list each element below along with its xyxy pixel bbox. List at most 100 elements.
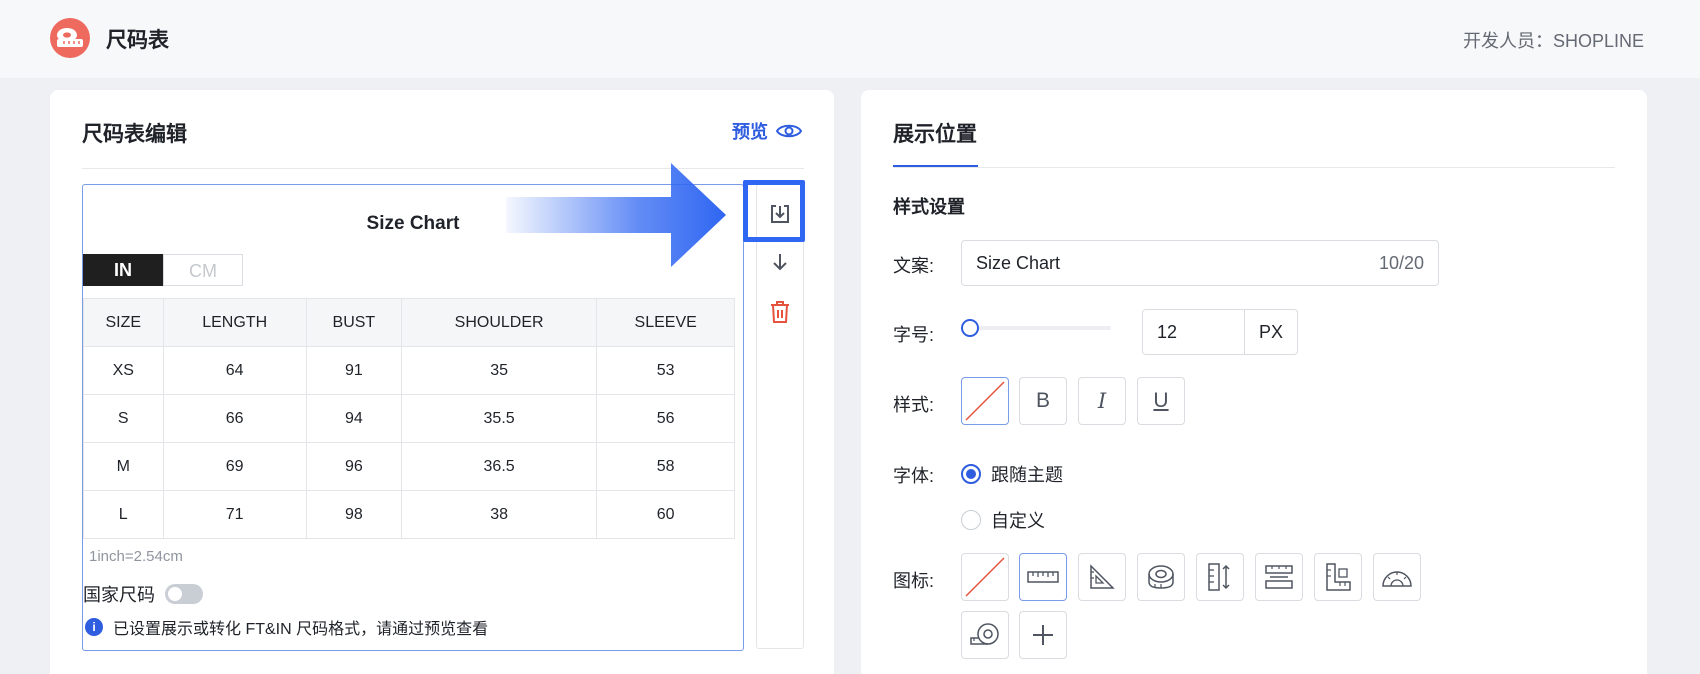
- font-size-slider-thumb[interactable]: [961, 319, 979, 337]
- preview-button[interactable]: 预览: [732, 118, 802, 144]
- table-row: L 71 98 38 60: [83, 490, 735, 539]
- font-size-value[interactable]: 12: [1143, 310, 1245, 354]
- style-italic-button[interactable]: I: [1078, 377, 1126, 425]
- delete-button[interactable]: [757, 289, 803, 335]
- display-card-title[interactable]: 展示位置: [893, 118, 977, 148]
- country-size-toggle[interactable]: [165, 584, 203, 604]
- table-cell[interactable]: 64: [162, 346, 307, 395]
- table-cell[interactable]: 36.5: [400, 442, 598, 491]
- icon-option-l-ruler[interactable]: [1314, 553, 1362, 601]
- developer-label: 开发人员：SHOPLINE: [1462, 31, 1644, 51]
- radio-icon[interactable]: [961, 510, 981, 530]
- font-option-label: 自定义: [991, 511, 1045, 531]
- font-option-label: 跟随主题: [991, 465, 1063, 485]
- editor-card-title: 尺码表编辑: [82, 123, 187, 146]
- unit-cm-button[interactable]: CM: [163, 254, 243, 286]
- table-cell[interactable]: 94: [305, 394, 402, 443]
- import-highlight-box: [743, 180, 805, 242]
- font-size-slider-track[interactable]: [971, 326, 1111, 330]
- table-cell[interactable]: S: [83, 394, 164, 443]
- style-label: 样式:: [893, 395, 935, 415]
- table-header-row: SIZE LENGTH BUST SHOULDER SLEEVE: [83, 298, 735, 347]
- icon-label: 图标:: [893, 571, 935, 591]
- font-size-label: 字号:: [893, 325, 935, 345]
- preview-label: 预览: [732, 122, 768, 142]
- table-cell[interactable]: L: [83, 490, 164, 539]
- font-option-custom[interactable]: 自定义: [961, 507, 1045, 533]
- icon-option-height-ruler[interactable]: [1196, 553, 1244, 601]
- none-icon: [965, 381, 1005, 421]
- table-cell[interactable]: 60: [596, 490, 735, 539]
- icon-option-protractor[interactable]: [1373, 553, 1421, 601]
- annotation-arrow-icon: [506, 163, 726, 267]
- style-bold-button[interactable]: B: [1019, 377, 1067, 425]
- bold-icon: B: [1035, 389, 1050, 412]
- table-cell[interactable]: 66: [162, 394, 307, 443]
- size-chart-editor-card: 尺码表编辑 预览 Size Chart IN CM SIZE LENGTH BU…: [50, 90, 834, 674]
- add-icon-button[interactable]: [1019, 611, 1067, 659]
- table-cell[interactable]: 35.5: [400, 394, 598, 443]
- icon-option-tape-roll[interactable]: [961, 611, 1009, 659]
- display-divider: [893, 167, 1615, 168]
- style-none-button[interactable]: [961, 377, 1009, 425]
- table-cell[interactable]: 56: [596, 394, 735, 443]
- text-char-count: 10/20: [1378, 252, 1424, 273]
- text-input[interactable]: Size Chart 10/20: [961, 240, 1439, 286]
- triangle-ruler-icon: [1090, 564, 1115, 589]
- move-down-button[interactable]: [757, 239, 803, 285]
- trash-icon: [771, 301, 789, 323]
- column-header[interactable]: SLEEVE: [596, 298, 735, 347]
- table-cell[interactable]: 91: [305, 346, 402, 395]
- table-cell[interactable]: 35: [400, 346, 598, 395]
- column-header[interactable]: BUST: [305, 298, 402, 347]
- top-bar: 尺码表 开发人员：SHOPLINE: [0, 0, 1700, 78]
- table-cell[interactable]: XS: [83, 346, 164, 395]
- column-header[interactable]: SHOULDER: [400, 298, 598, 347]
- font-label: 字体:: [893, 466, 935, 486]
- italic-icon: I: [1097, 389, 1107, 413]
- tape-measure-logo-icon: [57, 28, 83, 47]
- info-text: 已设置展示或转化 FT&IN 尺码格式，请通过预览查看: [113, 621, 489, 638]
- info-notice: i 已设置展示或转化 FT&IN 尺码格式，请通过预览查看: [85, 615, 488, 639]
- table-cell[interactable]: 53: [596, 346, 735, 395]
- tape-roll-icon: [970, 623, 999, 645]
- font-option-theme[interactable]: 跟随主题: [961, 461, 1063, 487]
- icon-option-tape-measure[interactable]: [1137, 553, 1185, 601]
- none-icon: [965, 557, 1005, 597]
- table-row: M 69 96 36.5 58: [83, 442, 735, 491]
- text-field-label: 文案:: [893, 256, 935, 276]
- icon-option-ruler[interactable]: [1019, 553, 1067, 601]
- app-logo: [50, 18, 90, 58]
- icon-option-none[interactable]: [961, 553, 1009, 601]
- unit-toggle: IN CM: [83, 254, 243, 286]
- table-cell[interactable]: 98: [305, 490, 402, 539]
- section-title: 样式设置: [893, 197, 965, 217]
- l-ruler-icon: [1326, 563, 1351, 591]
- table-cell[interactable]: 71: [162, 490, 307, 539]
- arrow-down-icon: [773, 254, 787, 271]
- font-size-unit: PX: [1258, 322, 1283, 342]
- column-header[interactable]: SIZE: [83, 298, 164, 347]
- country-size-row: 国家尺码: [83, 581, 203, 607]
- style-underline-button[interactable]: U: [1137, 377, 1185, 425]
- icon-option-size-guide[interactable]: [1255, 553, 1303, 601]
- unit-in-button[interactable]: IN: [83, 254, 163, 286]
- column-header[interactable]: LENGTH: [162, 298, 307, 347]
- table-row: XS 64 91 35 53: [83, 346, 735, 395]
- eye-icon: [776, 124, 802, 138]
- table-cell[interactable]: 69: [162, 442, 307, 491]
- editor-toolbar: [756, 184, 804, 649]
- size-guide-icon: [1265, 565, 1293, 589]
- underline-icon: U: [1153, 389, 1169, 412]
- radio-selected-icon[interactable]: [961, 464, 981, 484]
- table-cell[interactable]: 58: [596, 442, 735, 491]
- table-cell[interactable]: 96: [305, 442, 402, 491]
- font-size-input[interactable]: 12 PX: [1142, 309, 1298, 355]
- app-title: 尺码表: [106, 29, 169, 52]
- table-row: S 66 94 35.5 56: [83, 394, 735, 443]
- table-cell[interactable]: M: [83, 442, 164, 491]
- icon-option-triangle-ruler[interactable]: [1078, 553, 1126, 601]
- table-cell[interactable]: 38: [400, 490, 598, 539]
- text-input-value: Size Chart: [976, 252, 1061, 273]
- conversion-note: 1inch=2.54cm: [89, 548, 183, 565]
